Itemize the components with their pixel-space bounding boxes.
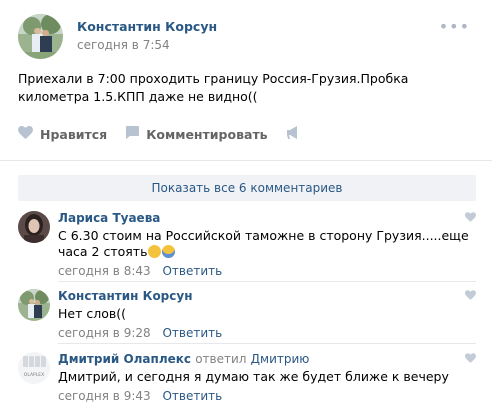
comment-body: Дмитрий Олаплекс ответил Дмитрию Дмитрий… (58, 352, 476, 403)
post-header: Константин Корсун сегодня в 7:54 (18, 14, 217, 59)
heart-icon (18, 126, 33, 142)
comment-author-avatar[interactable] (18, 289, 50, 321)
post-meta: Константин Корсун сегодня в 7:54 (77, 19, 217, 59)
comment-author-avatar[interactable] (18, 211, 50, 243)
post-menu-icon[interactable]: ••• (439, 17, 470, 36)
like-label: Нравится (40, 126, 108, 142)
comment-author-name[interactable]: Лариса Туаева (58, 211, 476, 225)
comment-like-button[interactable] (465, 352, 476, 366)
megaphone-icon (286, 126, 301, 142)
comment-footer: сегодня в 9:28 Ответить (58, 290, 476, 340)
post-actions: Нравится Комментировать (18, 126, 319, 142)
heart-icon (465, 212, 476, 222)
heart-icon (465, 353, 476, 363)
reply-button[interactable]: Ответить (162, 389, 222, 403)
post-author-name[interactable]: Константин Корсун (77, 19, 217, 34)
comment-timestamp[interactable]: сегодня в 9:28 (58, 326, 151, 340)
comment-like-button[interactable] (465, 211, 476, 225)
comment-author-avatar[interactable]: OLAPLEX (18, 352, 50, 384)
reply-button[interactable]: Ответить (162, 264, 222, 278)
share-button[interactable] (286, 126, 301, 142)
post-text: Приехали в 7:00 проходить границу Россия… (18, 71, 409, 104)
screaming-emoji-icon (162, 245, 176, 258)
post-divider (0, 160, 492, 161)
olaplex-logo: OLAPLEX (24, 372, 44, 378)
post-timestamp[interactable]: сегодня в 7:54 (77, 38, 217, 52)
grimacing-emoji-icon (148, 245, 162, 258)
comment-separator (58, 281, 476, 282)
like-button[interactable]: Нравится (18, 126, 107, 142)
comment-text-content: С 6.30 стоим на Российской таможне в сто… (58, 228, 469, 259)
replied-to-link[interactable]: Дмитрию (251, 352, 310, 366)
comment-button[interactable]: Комментировать (125, 126, 268, 142)
replied-to-word: ответил (195, 352, 247, 366)
comment-footer: сегодня в 9:43 Ответить (58, 353, 476, 403)
heart-icon (465, 290, 476, 300)
comment-timestamp[interactable]: сегодня в 8:43 (58, 264, 151, 278)
comment-author-name[interactable]: Дмитрий Олаплекс (58, 352, 191, 366)
comment-author-line: Дмитрий Олаплекс ответил Дмитрию (58, 352, 476, 366)
comment-body: Лариса Туаева С 6.30 стоим на Российской… (58, 211, 476, 278)
comment-timestamp[interactable]: сегодня в 9:43 (58, 389, 151, 403)
comment-text: Нет слов(( (58, 306, 126, 321)
comment-footer: сегодня в 8:43 Ответить (58, 212, 476, 278)
comment-icon (125, 126, 140, 142)
comment-like-button[interactable] (465, 289, 476, 303)
comment-body: Константин Корсун Нет слов(( сегодня в 9… (58, 289, 476, 340)
comment-text: С 6.30 стоим на Российской таможне в сто… (58, 228, 476, 260)
comment-separator (58, 343, 476, 344)
comment-text: Дмитрий, и сегодня я думаю так же будет … (58, 369, 449, 384)
post-author-avatar[interactable] (18, 14, 63, 59)
comment-author-name[interactable]: Константин Корсун (58, 289, 476, 303)
show-all-comments-button[interactable]: Показать все 6 комментариев (18, 175, 476, 201)
comment-label: Комментировать (146, 126, 268, 142)
reply-button[interactable]: Ответить (162, 326, 222, 340)
